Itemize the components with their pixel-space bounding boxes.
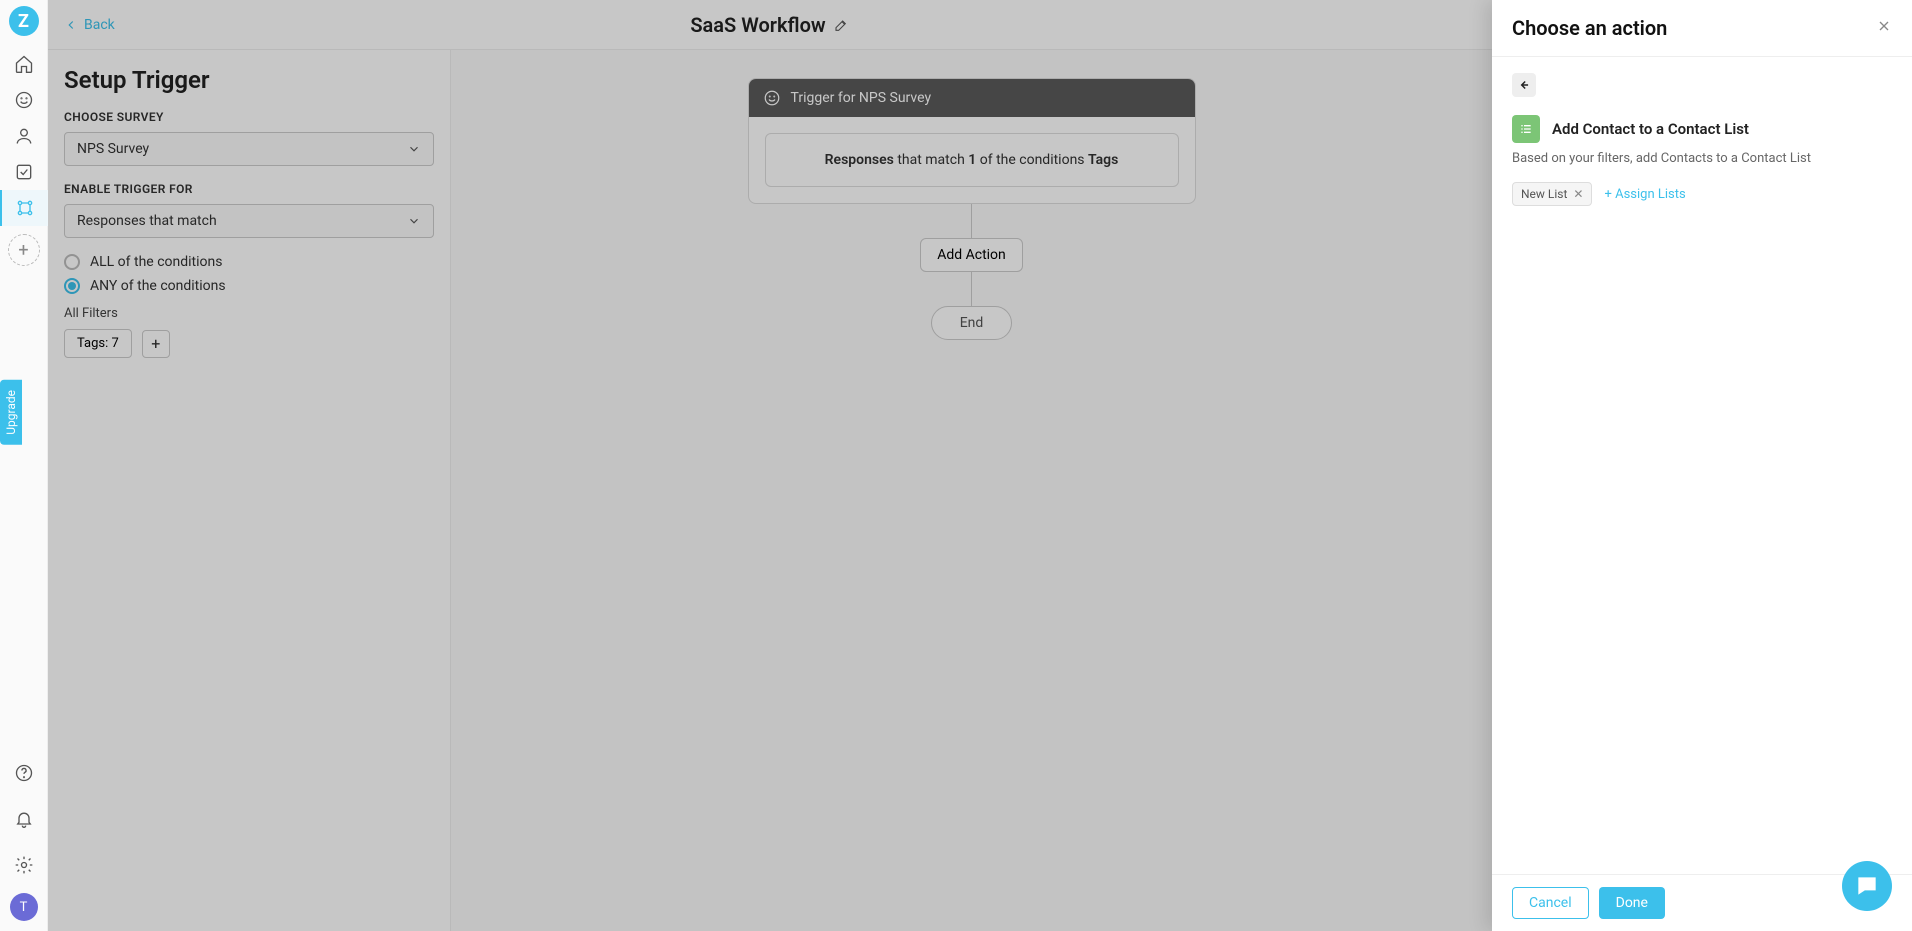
add-action-node[interactable]: Add Action [920,238,1023,272]
nav-add[interactable]: + [8,234,40,266]
enable-trigger-select[interactable]: Responses that match [64,204,434,238]
main-content: Back SaaS Workflow Setup Trigger CHOOSE … [48,0,1492,931]
close-icon [1876,18,1892,34]
nav-tasks[interactable] [0,154,48,190]
left-rail: Z + Upgrade T [0,0,48,931]
upgrade-button[interactable]: Upgrade [0,380,22,445]
chips-row: New List ✕ + Assign Lists [1512,182,1892,206]
setup-panel: Setup Trigger CHOOSE SURVEY NPS Survey E… [48,50,451,931]
nav-settings[interactable] [0,847,48,883]
chat-icon [1854,873,1880,899]
all-filters-label: All Filters [64,306,434,321]
arrow-left-icon [1517,78,1531,92]
app-logo[interactable]: Z [9,6,39,36]
nav-contacts[interactable] [0,118,48,154]
back-link[interactable]: Back [64,17,115,33]
list-chip[interactable]: New List ✕ [1512,182,1592,206]
home-icon [14,54,34,74]
nav-workflows[interactable] [0,190,48,226]
checkbox-icon [14,162,34,182]
nav-home[interactable] [0,46,48,82]
trigger-summary-mid2: of the conditions [976,152,1088,168]
drawer-back-button[interactable] [1512,73,1536,97]
chip-remove[interactable]: ✕ [1573,187,1583,201]
avatar[interactable]: T [10,893,38,921]
rail-bottom: T [0,755,47,921]
add-filter-button[interactable]: + [142,330,170,358]
flow-connector [971,272,972,306]
trigger-summary-suffix: Tags [1088,152,1118,168]
topbar: Back SaaS Workflow [48,0,1492,50]
workspace: Setup Trigger CHOOSE SURVEY NPS Survey E… [48,50,1492,931]
radio-any-label: ANY of the conditions [90,278,226,294]
workflow-icon [15,198,35,218]
help-icon [14,763,34,783]
action-desc: Based on your filters, add Contacts to a… [1512,151,1892,166]
setup-title: Setup Trigger [64,66,434,94]
drawer-head: Choose an action [1492,0,1912,57]
bell-icon [14,809,34,829]
choose-survey-label: CHOOSE SURVEY [64,110,434,124]
nav-feedback[interactable] [0,82,48,118]
workflow-title: SaaS Workflow [690,13,825,37]
assign-lists-link[interactable]: + Assign Lists [1604,187,1685,202]
trigger-summary-prefix: Responses [825,152,894,168]
list-icon [1512,115,1540,143]
radio-icon [64,278,80,294]
chevron-down-icon [407,214,421,228]
trigger-summary-mid1: that match [894,152,968,168]
action-row: Add Contact to a Contact List [1512,115,1892,143]
trigger-head: Trigger for NPS Survey [749,79,1195,117]
radio-any[interactable]: ANY of the conditions [64,278,434,294]
survey-select-value: NPS Survey [77,141,149,157]
trigger-card[interactable]: Trigger for NPS Survey Responses that ma… [748,78,1196,204]
canvas: Trigger for NPS Survey Responses that ma… [451,50,1492,931]
drawer-close[interactable] [1876,18,1892,39]
trigger-icon [763,89,781,107]
smile-icon [14,90,34,110]
trigger-summary: Responses that match 1 of the conditions… [765,133,1179,187]
filter-chip-row: Tags: 7 + [64,329,434,358]
radio-icon [64,254,80,270]
gear-icon [14,855,34,875]
workflow-title-wrap: SaaS Workflow [690,13,849,37]
chat-fab[interactable] [1842,861,1892,911]
flow-connector [971,204,972,238]
list-chip-label: New List [1521,187,1567,201]
edit-icon[interactable] [834,17,850,33]
user-icon [14,126,34,146]
radio-all-label: ALL of the conditions [90,254,222,270]
enable-trigger-value: Responses that match [77,213,217,229]
back-label: Back [84,17,115,33]
drawer-title: Choose an action [1512,16,1667,40]
end-node: End [931,306,1013,340]
filter-chip-tags[interactable]: Tags: 7 [64,329,132,358]
arrow-left-icon [64,18,78,32]
chevron-down-icon [407,142,421,156]
radio-all[interactable]: ALL of the conditions [64,254,434,270]
flow: Trigger for NPS Survey Responses that ma… [748,78,1196,903]
done-button[interactable]: Done [1599,887,1665,919]
drawer-body: Add Contact to a Contact List Based on y… [1492,57,1912,874]
cancel-button[interactable]: Cancel [1512,887,1589,919]
action-name: Add Contact to a Contact List [1552,120,1749,138]
trigger-body: Responses that match 1 of the conditions… [749,117,1195,203]
nav-help[interactable] [0,755,48,791]
survey-select[interactable]: NPS Survey [64,132,434,166]
nav-notifications[interactable] [0,801,48,837]
action-drawer: Choose an action Add Contact to a Contac… [1492,0,1912,931]
enable-trigger-label: ENABLE TRIGGER FOR [64,182,434,196]
trigger-title: Trigger for NPS Survey [791,90,932,106]
